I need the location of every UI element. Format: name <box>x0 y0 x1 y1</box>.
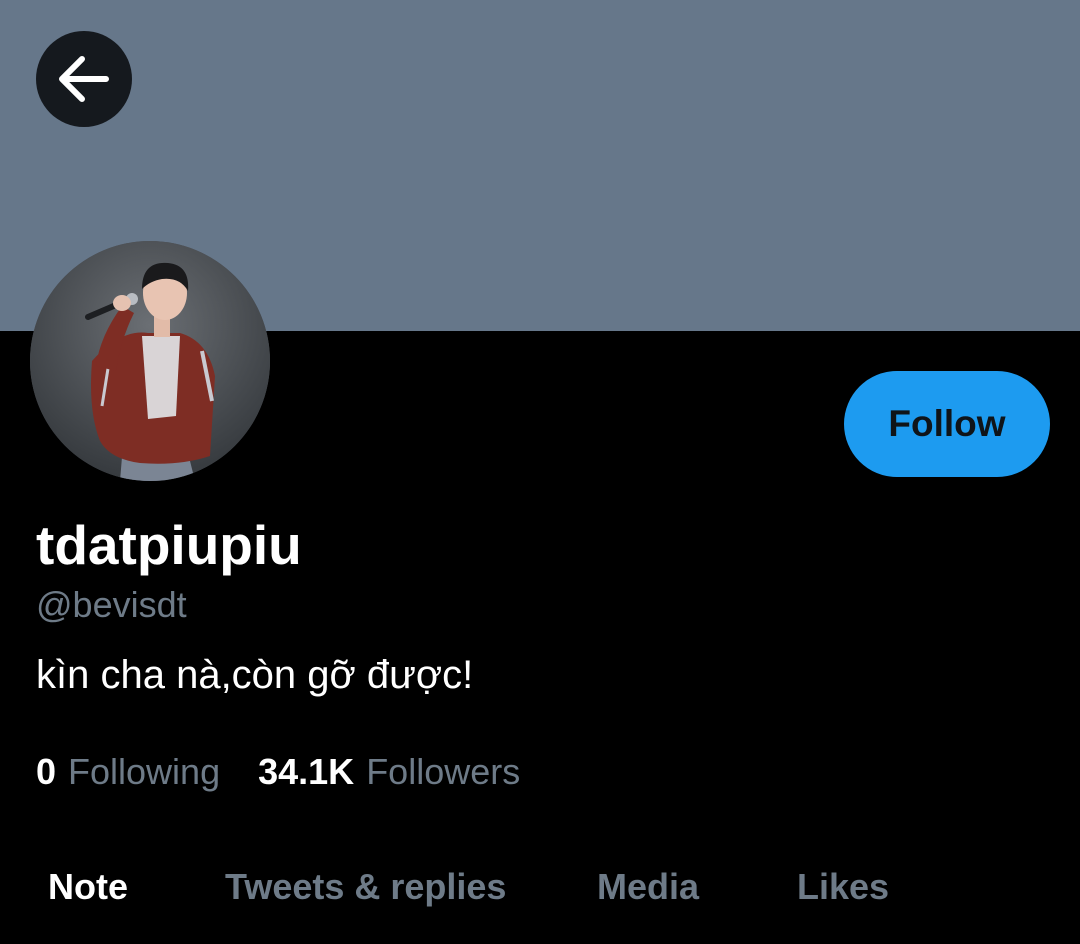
profile-display-name: tdatpiupiu <box>36 514 302 576</box>
arrow-left-icon <box>58 56 110 102</box>
followers-count: 34.1K <box>258 751 355 792</box>
follow-button[interactable]: Follow <box>844 371 1050 477</box>
profile-handle: @bevisdt <box>36 584 187 625</box>
followers-stat-link[interactable]: 34.1K Followers <box>258 750 520 794</box>
profile-page: Follow tdatpiupiu @bevisdt kìn cha nà,cò… <box>0 0 1080 944</box>
following-count: 0 <box>36 751 57 792</box>
avatar-photo <box>30 241 270 481</box>
profile-bio: kìn cha nà,còn gỡ được! <box>36 653 474 697</box>
following-label: Following <box>68 751 221 792</box>
profile-tabs: Note Tweets & replies Media Likes <box>0 862 1080 916</box>
tab-media[interactable]: Media <box>597 862 699 912</box>
tab-likes[interactable]: Likes <box>797 862 889 912</box>
profile-stats: 0 Following 34.1K Followers <box>36 750 520 794</box>
back-button[interactable] <box>36 31 132 127</box>
followers-label: Followers <box>366 751 521 792</box>
tab-tweets-and-replies[interactable]: Tweets & replies <box>225 862 506 912</box>
avatar[interactable] <box>30 241 270 481</box>
following-stat-link[interactable]: 0 Following <box>36 750 220 794</box>
tab-note[interactable]: Note <box>48 862 128 912</box>
